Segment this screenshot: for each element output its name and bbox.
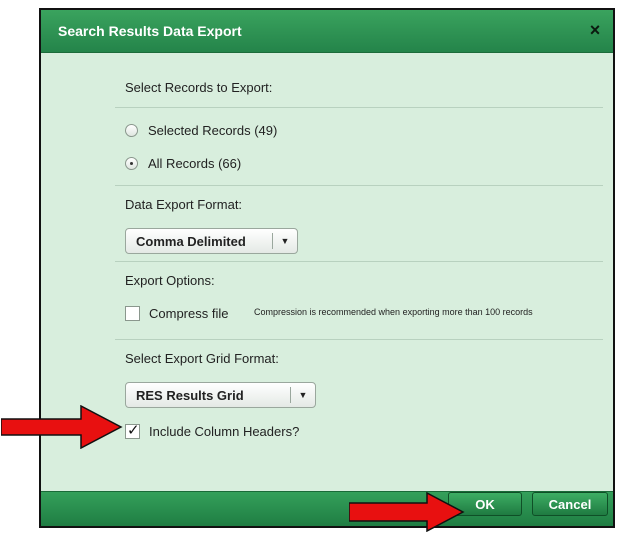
format-section-label: Data Export Format:	[125, 197, 243, 212]
checkmark-icon: ✓	[127, 422, 140, 439]
radio-label: Selected Records (49)	[148, 122, 278, 138]
radio-all-records[interactable]: All Records (66)	[125, 153, 241, 173]
dialog-footer	[41, 491, 613, 526]
radio-button[interactable]	[125, 123, 138, 137]
grid-format-select[interactable]: RES Results Grid ▼	[125, 382, 316, 408]
cancel-button[interactable]: Cancel	[532, 492, 608, 516]
chevron-down-icon: ▼	[298, 390, 308, 400]
dialog-title: Search Results Data Export	[58, 23, 242, 39]
records-section-label: Select Records to Export:	[125, 80, 273, 95]
divider	[115, 107, 603, 108]
export-format-value: Comma Delimited	[136, 233, 246, 249]
options-section-label: Export Options:	[125, 273, 215, 288]
include-headers-option[interactable]: ✓ Include Column Headers?	[125, 422, 300, 439]
radio-button[interactable]	[125, 156, 138, 170]
divider	[115, 185, 603, 186]
chevron-down-icon: ▼	[280, 236, 290, 246]
include-headers-label: Include Column Headers?	[149, 424, 300, 439]
export-dialog: Search Results Data Export × Select Reco…	[39, 8, 615, 528]
compress-file-checkbox[interactable]	[125, 306, 140, 321]
divider	[115, 261, 603, 262]
compress-file-option[interactable]: Compress file	[125, 306, 228, 321]
compression-note: Compression is recommended when exportin…	[254, 307, 533, 317]
arrow-icon	[349, 492, 465, 532]
radio-selected-records[interactable]: Selected Records (49)	[125, 120, 277, 140]
include-headers-checkbox[interactable]: ✓	[125, 422, 140, 439]
close-icon[interactable]: ×	[585, 19, 605, 41]
dialog-titlebar: Search Results Data Export ×	[41, 10, 613, 53]
radio-label: All Records (66)	[148, 155, 242, 171]
export-format-select[interactable]: Comma Delimited ▼	[125, 228, 298, 254]
divider	[115, 339, 603, 340]
grid-section-label: Select Export Grid Format:	[125, 351, 279, 366]
grid-format-value: RES Results Grid	[136, 387, 244, 403]
compress-file-label: Compress file	[149, 306, 229, 321]
arrow-icon	[1, 405, 123, 449]
